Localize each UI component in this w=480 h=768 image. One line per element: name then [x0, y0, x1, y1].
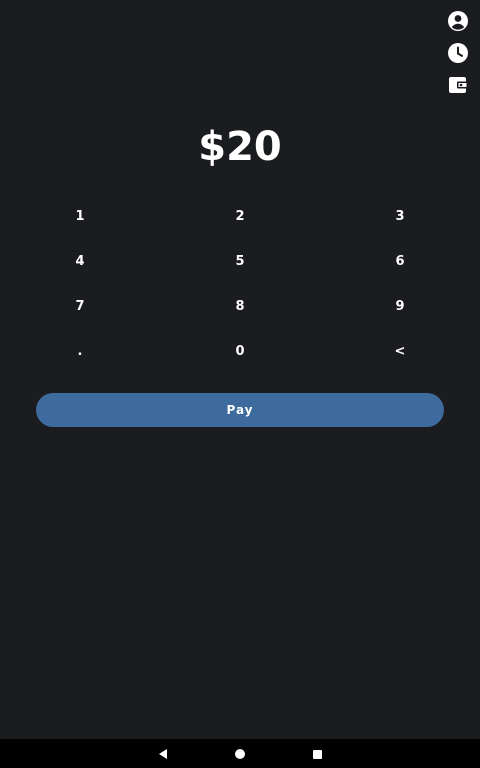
- key-6[interactable]: 6: [320, 239, 480, 284]
- key-8[interactable]: 8: [160, 284, 320, 329]
- history-clock-icon[interactable]: [446, 41, 470, 65]
- key-9[interactable]: 9: [320, 284, 480, 329]
- key-3[interactable]: 3: [320, 194, 480, 239]
- key-1[interactable]: 1: [0, 194, 160, 239]
- pay-button[interactable]: Pay: [36, 393, 444, 427]
- number-keypad: 1 2 3 4 5 6 7 8 9 . 0 <: [0, 194, 480, 374]
- recents-icon[interactable]: [308, 745, 326, 763]
- key-backspace[interactable]: <: [320, 329, 480, 374]
- wallet-icon[interactable]: [446, 73, 470, 97]
- system-navigation-bar: [0, 739, 480, 768]
- home-icon[interactable]: [231, 745, 249, 763]
- key-5[interactable]: 5: [160, 239, 320, 284]
- key-7[interactable]: 7: [0, 284, 160, 329]
- key-4[interactable]: 4: [0, 239, 160, 284]
- key-2[interactable]: 2: [160, 194, 320, 239]
- key-0[interactable]: 0: [160, 329, 320, 374]
- back-icon[interactable]: [154, 745, 172, 763]
- side-toolbar: [446, 9, 470, 97]
- payment-screen: $20 1 2 3 4 5 6 7 8 9 . 0 < Pay: [0, 0, 480, 768]
- account-circle-icon[interactable]: [446, 9, 470, 33]
- key-decimal[interactable]: .: [0, 329, 160, 374]
- amount-display: $20: [198, 124, 282, 170]
